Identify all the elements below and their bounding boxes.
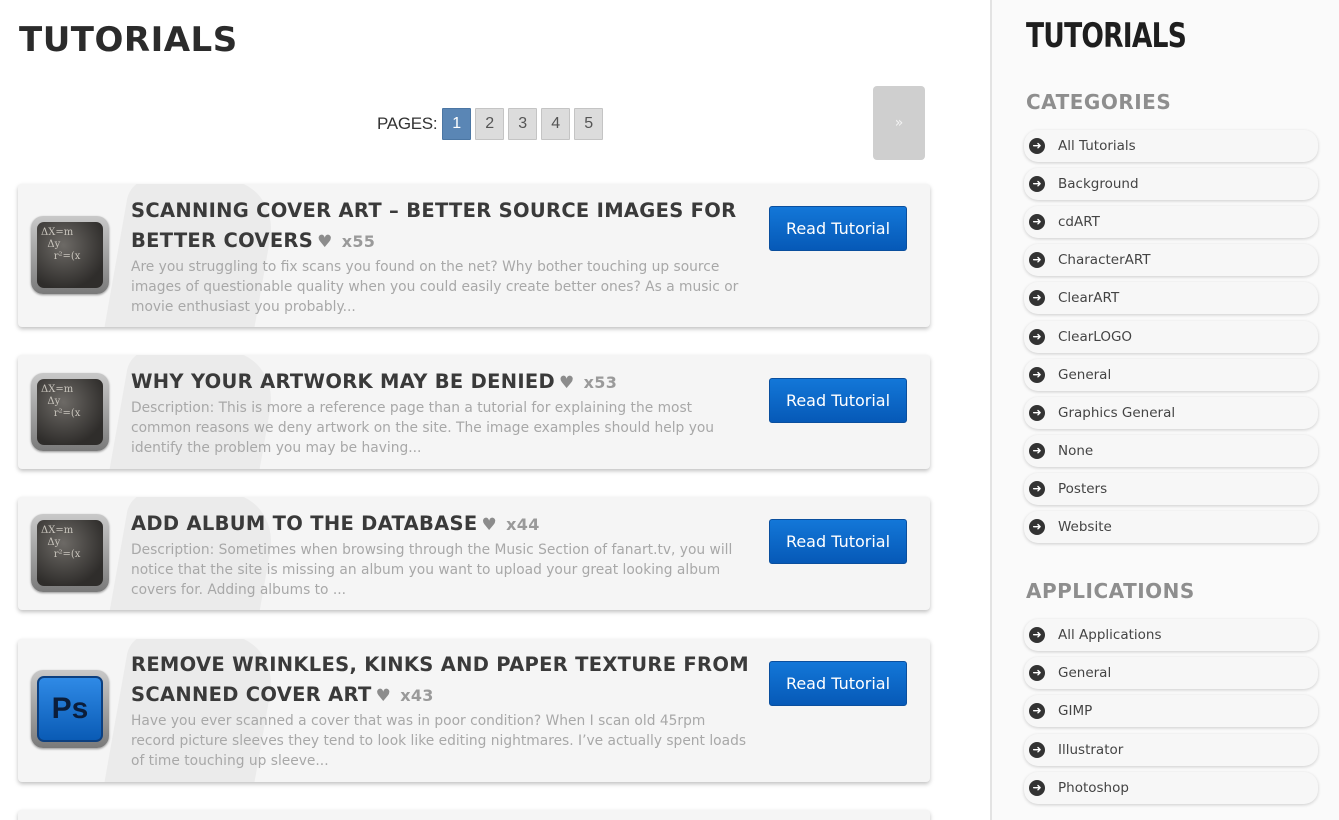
heart-icon: ♥ (375, 686, 392, 706)
tutorial-title-text[interactable]: SCANNING COVER ART – BETTER SOURCE IMAGE… (131, 199, 736, 252)
sidebar-title: TUTORIALS (1026, 16, 1187, 56)
arrow-right-circle-icon: ➜ (1029, 779, 1045, 796)
category-item-label: General (1058, 366, 1112, 383)
application-item[interactable]: ➜ GIMP (1024, 695, 1318, 728)
pagination: PAGES: 1 2 3 4 5 (377, 108, 607, 140)
application-item[interactable]: ➜ All Applications (1024, 619, 1318, 651)
read-tutorial-button[interactable]: Read Tutorial (769, 661, 907, 706)
arrow-right-circle-icon: ➜ (1029, 741, 1045, 758)
application-item-label: Photoshop (1058, 779, 1129, 796)
category-item[interactable]: ➜ CharacterART (1024, 244, 1318, 277)
likes-count: x53 (583, 373, 618, 392)
page-button-5[interactable]: 5 (574, 108, 604, 140)
application-item-label: Illustrator (1058, 741, 1124, 758)
application-item[interactable]: ➜ Photoshop (1024, 771, 1318, 804)
page-button-3[interactable]: 3 (508, 108, 538, 140)
tutorial-card (18, 810, 930, 820)
heart-icon: ♥ (481, 515, 498, 535)
category-item[interactable]: ➜ cdART (1024, 206, 1318, 239)
application-item-label: All Applications (1058, 627, 1162, 643)
page-button-1[interactable]: 1 (442, 108, 472, 140)
math-chalkboard-icon[interactable]: ΔX=m Δy r²=(x (31, 216, 109, 294)
category-item[interactable]: ➜ None (1024, 434, 1318, 467)
heart-icon: ♥ (559, 373, 575, 393)
tutorial-title[interactable]: WHY YOUR ARTWORK MAY BE DENIED ♥ x53 (131, 367, 751, 398)
math-chalkboard-icon[interactable]: ΔX=m Δy r²=(x (31, 373, 109, 451)
tutorial-description: Have you ever scanned a cover that was i… (131, 713, 747, 769)
heart-icon: ♥ (317, 232, 333, 252)
categories-heading: CATEGORIES (1026, 90, 1172, 114)
photoshop-icon[interactable]: Ps (31, 670, 109, 748)
pagination-label: PAGES: (377, 114, 438, 133)
sidebar: TUTORIALS CATEGORIES ➜ All Tutorials ➜ Back… (992, 0, 1339, 820)
category-item[interactable]: ➜ All Tutorials (1024, 130, 1318, 162)
category-item-label: Graphics General (1058, 404, 1176, 421)
page-title: TUTORIALS (19, 20, 238, 60)
category-item-label: Website (1058, 519, 1112, 535)
arrow-right-circle-icon: ➜ (1029, 290, 1045, 307)
application-item-label: General (1058, 665, 1112, 682)
page-button-4[interactable]: 4 (541, 108, 571, 140)
read-tutorial-button[interactable]: Read Tutorial (769, 519, 907, 564)
likes-count: x43 (400, 686, 434, 705)
arrow-right-circle-icon: ➜ (1029, 176, 1045, 193)
arrow-right-circle-icon: ➜ (1029, 328, 1045, 345)
tutorial-title-text[interactable]: REMOVE WRINKLES, KINKS AND PAPER TEXTURE… (131, 653, 749, 706)
category-item-label: ClearART (1058, 290, 1120, 307)
read-tutorial-button[interactable]: Read Tutorial (769, 206, 907, 251)
main-content: TUTORIALS PAGES: 1 2 3 4 5 » ΔX=m Δy r²=… (0, 0, 990, 820)
tutorial-title[interactable]: SCANNING COVER ART – BETTER SOURCE IMAGE… (131, 196, 751, 257)
category-item-label: All Tutorials (1058, 138, 1136, 154)
read-tutorial-button[interactable]: Read Tutorial (769, 378, 907, 423)
tutorial-description: Description: This is more a reference pa… (131, 400, 715, 456)
arrow-right-circle-icon: ➜ (1029, 442, 1045, 459)
category-item-label: None (1058, 442, 1094, 459)
arrow-right-circle-icon: ➜ (1029, 480, 1045, 497)
arrow-right-circle-icon: ➜ (1029, 519, 1045, 535)
arrow-right-circle-icon: ➜ (1029, 665, 1045, 682)
arrow-right-circle-icon: ➜ (1029, 703, 1045, 720)
tutorial-title[interactable]: REMOVE WRINKLES, KINKS AND PAPER TEXTURE… (131, 650, 751, 711)
arrow-right-circle-icon: ➜ (1029, 214, 1045, 231)
photoshop-icon-text: Ps (37, 676, 103, 742)
arrow-right-circle-icon: ➜ (1029, 252, 1045, 269)
arrow-right-circle-icon: ➜ (1029, 138, 1045, 154)
category-item-label: ClearLOGO (1058, 328, 1133, 345)
category-item[interactable]: ➜ Posters (1024, 472, 1318, 505)
applications-heading: APPLICATIONS (1026, 579, 1195, 603)
tutorial-description: Description: Sometimes when browsing thr… (131, 542, 733, 598)
tutorial-card: ΔX=m Δy r²=(x WHY YOUR ARTWORK MAY BE DE… (18, 355, 930, 469)
category-item[interactable]: ➜ ClearART (1024, 282, 1318, 315)
category-item[interactable]: ➜ Website (1024, 511, 1318, 543)
likes-count: x44 (506, 515, 540, 534)
category-item-label: Background (1058, 176, 1139, 193)
next-page-button[interactable]: » (873, 86, 925, 160)
arrow-right-circle-icon: ➜ (1029, 627, 1045, 643)
category-item[interactable]: ➜ General (1024, 358, 1318, 391)
tutorial-title[interactable]: ADD ALBUM TO THE DATABASE ♥ x44 (131, 509, 751, 540)
tutorial-title-text[interactable]: WHY YOUR ARTWORK MAY BE DENIED (131, 370, 555, 393)
category-item-label: cdART (1058, 214, 1100, 231)
category-item[interactable]: ➜ Graphics General (1024, 396, 1318, 429)
category-item-label: CharacterART (1058, 252, 1151, 269)
likes-count: x55 (341, 232, 376, 251)
arrow-right-circle-icon: ➜ (1029, 366, 1045, 383)
tutorial-card: ΔX=m Δy r²=(x SCANNING COVER ART – BETTE… (18, 184, 930, 327)
category-item[interactable]: ➜ Background (1024, 168, 1318, 201)
tutorial-title-text[interactable]: ADD ALBUM TO THE DATABASE (131, 512, 478, 535)
application-item-label: GIMP (1058, 703, 1093, 720)
page-button-2[interactable]: 2 (475, 108, 505, 140)
tutorial-card: ΔX=m Δy r²=(x ADD ALBUM TO THE DATABASE ♥… (18, 497, 930, 610)
math-chalkboard-icon[interactable]: ΔX=m Δy r²=(x (31, 514, 109, 592)
application-item[interactable]: ➜ General (1024, 657, 1318, 690)
tutorial-description: Are you struggling to fix scans you foun… (131, 259, 739, 315)
application-item[interactable]: ➜ Illustrator (1024, 733, 1318, 766)
category-item[interactable]: ➜ ClearLOGO (1024, 320, 1318, 353)
category-item-label: Posters (1058, 480, 1108, 497)
tutorial-card: Ps REMOVE WRINKLES, KINKS AND PAPER TEXT… (18, 639, 930, 782)
arrow-right-circle-icon: ➜ (1029, 404, 1045, 421)
